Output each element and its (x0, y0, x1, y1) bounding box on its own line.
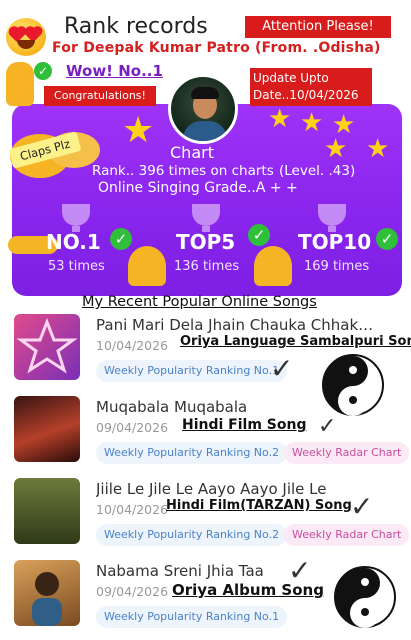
rank-count: Rank.. 396 times on charts (92, 163, 274, 179)
owner-caption: For Deepak Kumar Patro (From. .Odisha) (52, 40, 381, 56)
check-icon: ✓ (34, 62, 52, 80)
tick-mark-icon: ✓ (288, 554, 312, 587)
star-icon: ★ (324, 134, 348, 164)
song-cover[interactable] (14, 396, 80, 462)
trophy-icon (62, 204, 90, 232)
check-icon: ✓ (110, 228, 132, 250)
praying-hands-icon (128, 246, 166, 286)
stat-top10-times: 169 times (304, 259, 370, 274)
song-cover[interactable] (14, 314, 80, 380)
star-icon: ★ (268, 104, 292, 134)
trophy-icon (192, 204, 220, 232)
song-note: Hindi Film Song (182, 417, 307, 433)
ranking-tag[interactable]: Weekly Popularity Ranking No.1 (96, 360, 288, 382)
update-badge: Update Upto Date..10/04/2026 (250, 68, 372, 106)
song-date: 10/04/2026 (96, 502, 169, 517)
ranking-tag[interactable]: Weekly Popularity Ranking No.2 (96, 524, 288, 546)
ranking-tag[interactable]: Weekly Popularity Ranking No.1 (96, 606, 288, 628)
tick-mark-icon: ✓ (270, 352, 294, 385)
recent-songs-heading: My Recent Popular Online Songs (82, 294, 317, 310)
yin-yang-icon (334, 566, 396, 628)
song-date: 09/04/2026 (96, 420, 169, 435)
star-icon: ★ (300, 108, 324, 138)
stat-no1-times: 53 times (48, 259, 105, 274)
chart-label: Chart (170, 143, 214, 162)
stat-top5-label: TOP5 (176, 230, 236, 254)
check-icon: ✓ (376, 228, 398, 250)
song-date: 10/04/2026 (96, 338, 169, 353)
level-label: (Level. .43) (279, 163, 356, 179)
praying-hands-icon (254, 246, 292, 286)
song-title[interactable]: Pani Mari Dela Jhain Chauka Chhak… (96, 316, 396, 334)
star-icon: ★ (122, 110, 155, 151)
wow-badge: Wow! No..1 (66, 62, 163, 80)
page-title: Rank records (64, 14, 208, 39)
attention-banner: Attention Please! (245, 16, 391, 38)
tick-mark-icon: ✓ (318, 414, 337, 439)
song-note: Hindi Film(TARZAN) Song (166, 498, 352, 513)
trophy-icon (318, 204, 346, 232)
stat-no1-label: NO.1 (46, 230, 101, 254)
grade-label: Online Singing Grade..A + + (98, 180, 298, 196)
congratulations-badge: Congratulations! (44, 86, 156, 106)
star-icon: ★ (366, 134, 390, 164)
avatar[interactable] (168, 74, 238, 144)
song-cover[interactable] (14, 560, 80, 626)
song-note: Oriya Language Sambalpuri Song (180, 334, 411, 349)
song-date: 09/04/2026 (96, 584, 169, 599)
stat-top5-times: 136 times (174, 259, 240, 274)
thumbs-up-icon (6, 62, 34, 106)
stat-top10-label: TOP10 (298, 230, 372, 254)
heart-eyes-emoji-icon (6, 18, 46, 56)
radar-chart-tag[interactable]: Weekly Radar Chart (284, 524, 410, 546)
song-cover[interactable] (14, 478, 80, 544)
check-icon: ✓ (248, 224, 270, 246)
radar-chart-tag[interactable]: Weekly Radar Chart (284, 442, 410, 464)
ranking-tag[interactable]: Weekly Popularity Ranking No.2 (96, 442, 288, 464)
tick-mark-icon: ✓ (350, 490, 374, 523)
